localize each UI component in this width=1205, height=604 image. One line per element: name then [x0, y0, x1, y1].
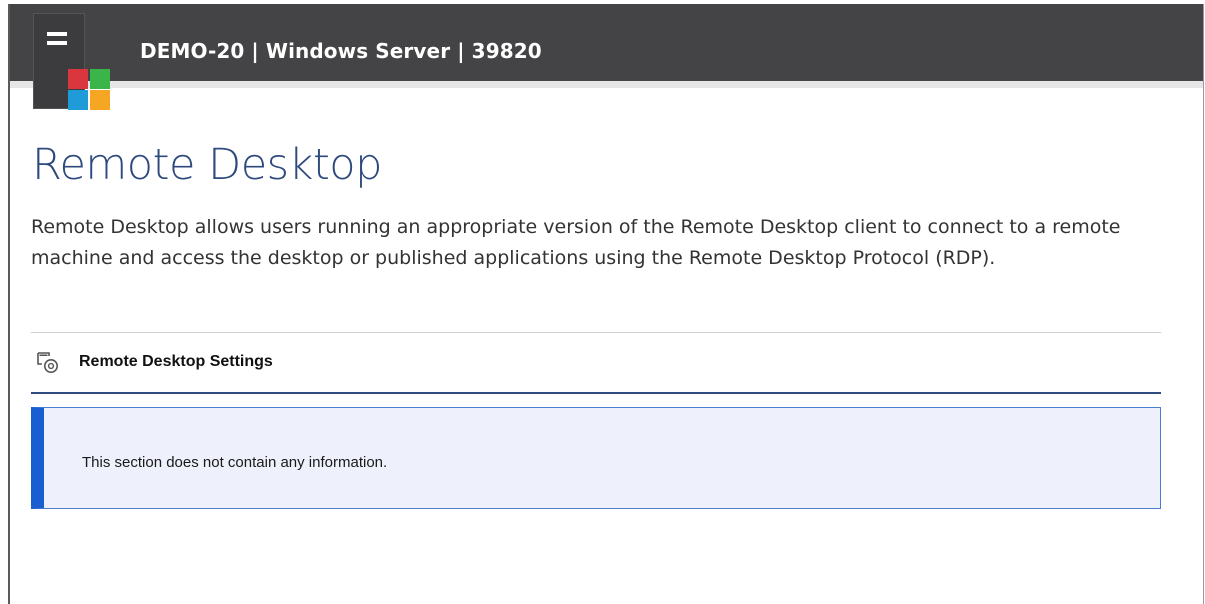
header-bar: DEMO-20 | Windows Server | 39820	[10, 4, 1203, 88]
divider	[31, 332, 1161, 333]
empty-section-message: This section does not contain any inform…	[82, 454, 388, 471]
logo-tile-blue	[68, 90, 88, 110]
section-underline	[31, 392, 1161, 394]
server-line	[47, 41, 67, 45]
logo-tile-orange	[90, 90, 110, 110]
settings-window-icon	[36, 351, 62, 375]
empty-section-notice: This section does not contain any inform…	[31, 407, 1161, 509]
server-windows-logo-icon	[34, 14, 114, 110]
header-title: DEMO-20 | Windows Server | 39820	[140, 39, 542, 63]
app-window: DEMO-20 | Windows Server | 39820 Remote …	[8, 4, 1204, 604]
section-title: Remote Desktop Settings	[79, 353, 273, 370]
server-line	[47, 32, 67, 36]
page-title: Remote Desktop	[32, 140, 382, 190]
logo-tile-red	[68, 69, 88, 89]
logo-tile-green	[90, 69, 110, 89]
page-description: Remote Desktop allows users running an a…	[31, 216, 1121, 269]
